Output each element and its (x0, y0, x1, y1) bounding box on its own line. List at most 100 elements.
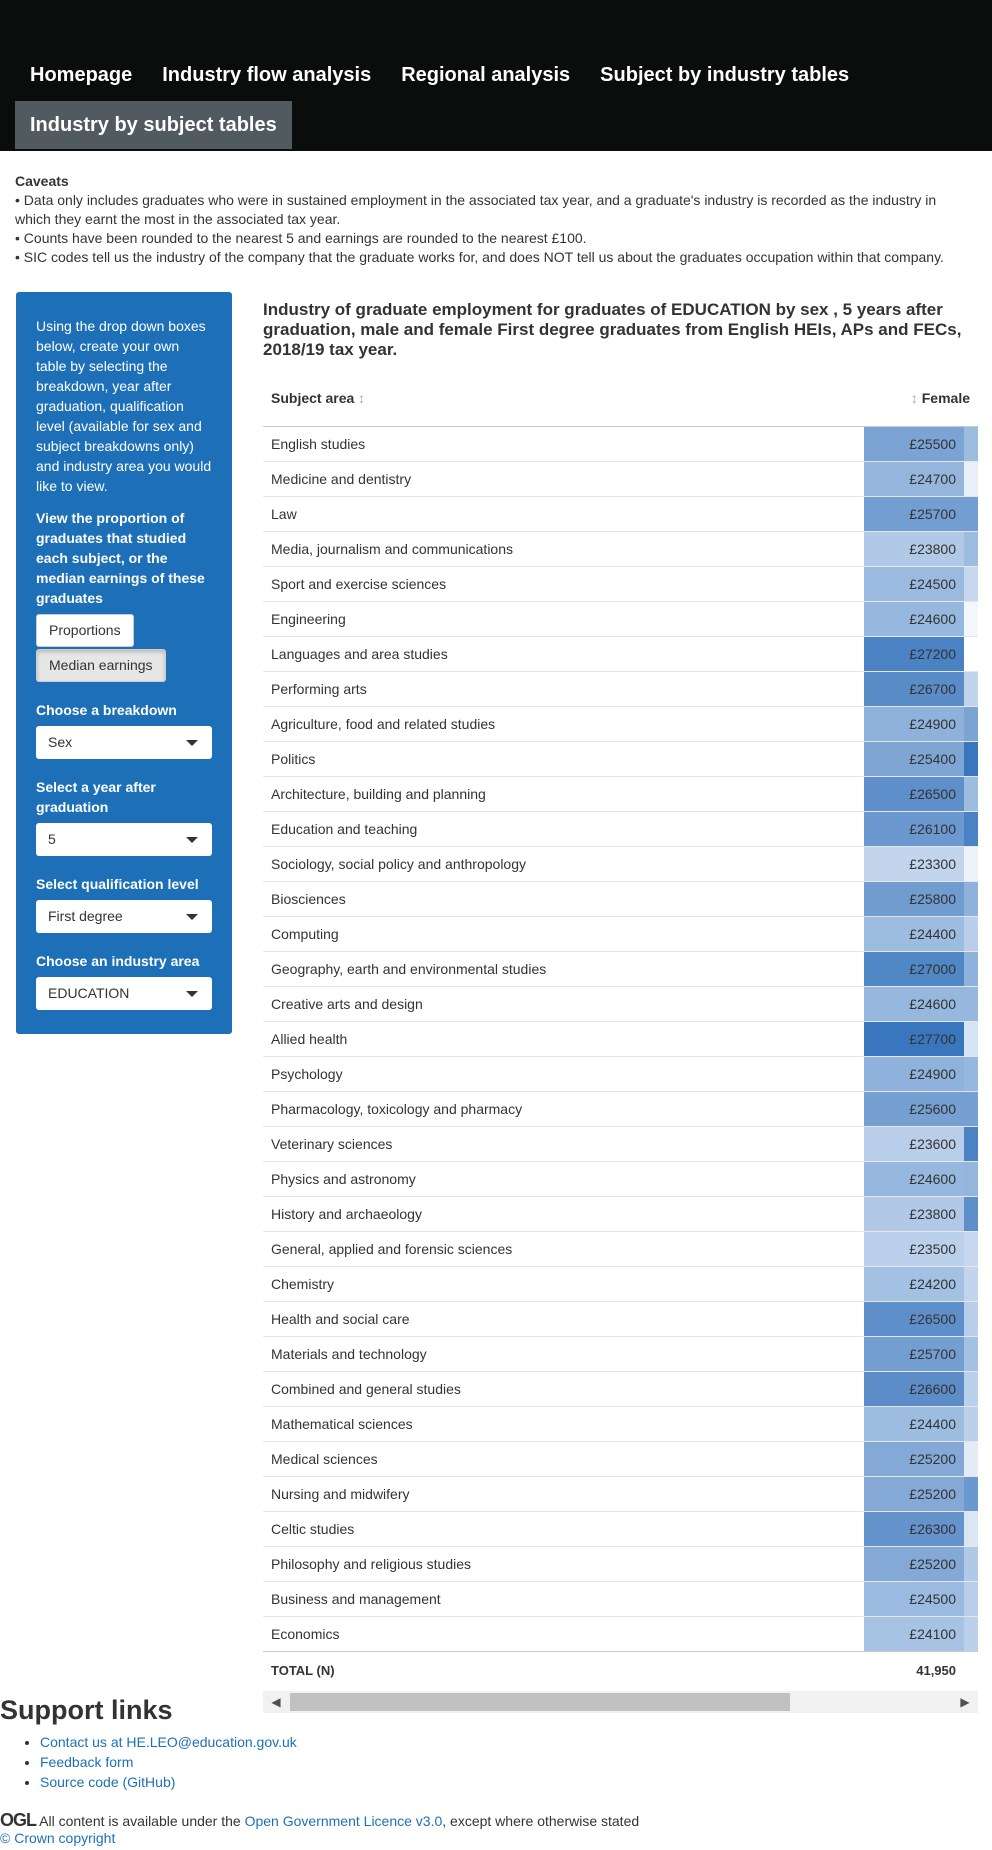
filter-sidebar: Using the drop down boxes below, create … (16, 292, 232, 1034)
nav-regional-analysis[interactable]: Regional analysis (386, 55, 585, 95)
crown-copyright-link[interactable]: © Crown copyright (0, 1830, 115, 1846)
next-column-shade (964, 461, 978, 496)
median-earnings-button[interactable]: Median earnings (36, 649, 166, 682)
next-column-shade (964, 1441, 978, 1476)
industry-label: Choose an industry area (36, 953, 200, 969)
subject-cell: Sociology, social policy and anthropolog… (263, 845, 864, 881)
nav-subject-by-industry-tables[interactable]: Subject by industry tables (585, 55, 864, 95)
next-column-shade (964, 1196, 978, 1231)
female-earnings-value: £26500 (909, 785, 956, 802)
table-row: Philosophy and religious studies £25200 (263, 1545, 978, 1581)
qualification-select[interactable]: First degree (36, 900, 212, 933)
next-column-shade (964, 846, 978, 881)
next-column-shade (964, 811, 978, 846)
breakdown-value: Sex (48, 734, 73, 750)
female-earnings-cell: £25700 (864, 1335, 978, 1371)
next-column-shade (964, 1336, 978, 1371)
female-earnings-cell: £24900 (864, 705, 978, 741)
next-column-shade (964, 1021, 978, 1056)
female-earnings-value: £25200 (909, 1555, 956, 1572)
female-earnings-value: £24400 (909, 925, 956, 942)
female-earnings-cell: £24500 (864, 565, 978, 601)
measure-toggle-group: Proportions Median earnings (36, 614, 212, 682)
next-column-shade (964, 986, 978, 1021)
table-row: Politics £25400 (263, 740, 978, 776)
female-earnings-cell: £25500 (864, 425, 978, 461)
female-earnings-cell: £23800 (864, 530, 978, 566)
chevron-down-icon (186, 837, 198, 843)
female-earnings-cell: £23800 (864, 1195, 978, 1231)
caveats-section: Caveats • Data only includes graduates w… (15, 172, 975, 267)
sort-icon[interactable]: ↕ (358, 390, 365, 406)
next-column-shade (964, 1581, 978, 1616)
female-earnings-cell: £25600 (864, 1090, 978, 1126)
chevron-down-icon (186, 914, 198, 920)
subject-cell: Psychology (263, 1055, 864, 1091)
table-row: Computing £24400 (263, 915, 978, 951)
next-column-shade (964, 426, 978, 461)
table-row: Economics £24100 (263, 1615, 978, 1651)
female-earnings-cell: £26600 (864, 1370, 978, 1406)
female-earnings-value: £25400 (909, 750, 956, 767)
sort-icon[interactable]: ↕ (911, 390, 918, 406)
female-earnings-cell: £25200 (864, 1475, 978, 1511)
subject-cell: Agriculture, food and related studies (263, 705, 864, 741)
subject-cell: Pharmacology, toxicology and pharmacy (263, 1090, 864, 1126)
table-row: Sociology, social policy and anthropolog… (263, 845, 978, 881)
subject-cell: Mathematical sciences (263, 1405, 864, 1441)
female-earnings-value: £24900 (909, 715, 956, 732)
table-row: Combined and general studies £26600 (263, 1370, 978, 1406)
subject-cell: Geography, earth and environmental studi… (263, 950, 864, 986)
table-title: Industry of graduate employment for grad… (263, 300, 962, 359)
year-select[interactable]: 5 (36, 823, 212, 856)
table-row: Media, journalism and communications £238… (263, 530, 978, 566)
list-item: Contact us at HE.LEO@education.gov.uk (40, 1732, 992, 1752)
female-earnings-value: £26500 (909, 1310, 956, 1327)
female-earnings-cell: £26100 (864, 810, 978, 846)
female-earnings-cell: £25800 (864, 880, 978, 916)
female-earnings-cell: £27700 (864, 1020, 978, 1056)
female-earnings-cell: £24400 (864, 915, 978, 951)
industry-select[interactable]: EDUCATION (36, 977, 212, 1010)
contact-link[interactable]: Contact us at HE.LEO@education.gov.uk (40, 1734, 297, 1750)
list-item: Source code (GitHub) (40, 1772, 992, 1792)
total-value: 41,950 (864, 1650, 978, 1689)
nav-industry-flow-analysis[interactable]: Industry flow analysis (147, 55, 386, 95)
proportions-button[interactable]: Proportions (36, 614, 134, 647)
sidebar-intro: Using the drop down boxes below, create … (36, 318, 212, 494)
table-row: Education and teaching £26100 (263, 810, 978, 846)
subject-cell: Medical sciences (263, 1440, 864, 1476)
subject-cell: Media, journalism and communications (263, 530, 864, 566)
female-earnings-cell: £24700 (864, 460, 978, 496)
subject-cell: Allied health (263, 1020, 864, 1056)
table-row: Veterinary sciences £23600 (263, 1125, 978, 1161)
nav-homepage[interactable]: Homepage (15, 55, 147, 95)
nav-industry-by-subject-tables[interactable]: Industry by subject tables (15, 101, 292, 149)
feedback-link[interactable]: Feedback form (40, 1754, 133, 1770)
total-label: TOTAL (N) (263, 1650, 864, 1689)
source-code-link[interactable]: Source code (GitHub) (40, 1774, 175, 1790)
table-row: Architecture, building and planning £2650… (263, 775, 978, 811)
next-column-shade (964, 1161, 978, 1196)
female-earnings-cell: £23600 (864, 1125, 978, 1161)
table-row: Allied health £27700 (263, 1020, 978, 1056)
female-earnings-cell: £24600 (864, 600, 978, 636)
subject-cell: Sport and exercise sciences (263, 565, 864, 601)
female-column-header[interactable]: ↕ Female (864, 370, 978, 427)
list-item: Feedback form (40, 1752, 992, 1772)
female-earnings-value: £24500 (909, 1590, 956, 1607)
caveats-title: Caveats (15, 173, 69, 189)
next-column-shade (964, 1476, 978, 1511)
female-earnings-value: £26100 (909, 820, 956, 837)
subject-column-header[interactable]: Subject area ↕ (263, 370, 864, 427)
female-earnings-cell: £24400 (864, 1405, 978, 1441)
table-row: Pharmacology, toxicology and pharmacy £25… (263, 1090, 978, 1126)
subject-cell: Politics (263, 740, 864, 776)
table-body: English studies £25500 Medicine and dentis… (263, 425, 978, 1651)
licence-link[interactable]: Open Government Licence v3.0 (245, 1813, 443, 1829)
caveat-line: • SIC codes tell us the industry of the … (15, 249, 944, 265)
table-row: Law £25700 (263, 495, 978, 531)
female-earnings-cell: £24500 (864, 1580, 978, 1616)
breakdown-select[interactable]: Sex (36, 726, 212, 759)
female-earnings-value: £26700 (909, 680, 956, 697)
